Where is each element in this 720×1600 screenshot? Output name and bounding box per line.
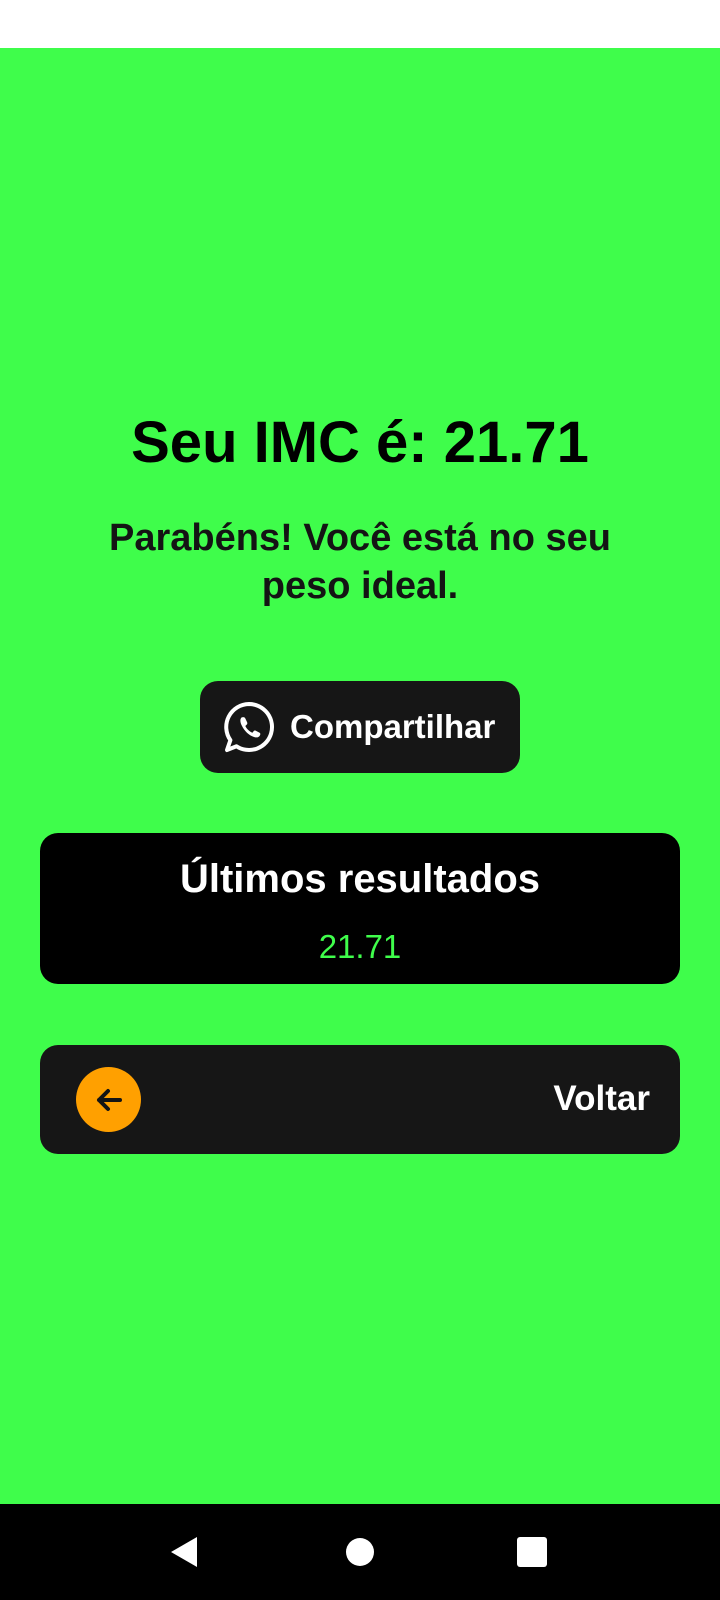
last-result-value: 21.71 bbox=[318, 928, 402, 965]
triangle-back-icon bbox=[171, 1537, 197, 1567]
result-screen: Seu IMC é: 21.71 Parabéns! Você está no … bbox=[0, 48, 720, 1504]
back-button-circle bbox=[76, 1067, 141, 1132]
nav-back-button[interactable] bbox=[167, 1534, 203, 1570]
last-results-card: Últimos resultados 21.71 bbox=[40, 833, 680, 984]
whatsapp-icon bbox=[224, 702, 274, 752]
status-bar bbox=[0, 0, 720, 48]
nav-recents-button[interactable] bbox=[514, 1534, 550, 1570]
share-button-label: Compartilhar bbox=[290, 708, 496, 745]
back-button[interactable]: Voltar bbox=[40, 1045, 680, 1154]
last-results-heading: Últimos resultados bbox=[179, 857, 541, 901]
circle-home-icon bbox=[346, 1538, 374, 1566]
system-navigation-bar bbox=[0, 1504, 720, 1600]
bmi-result-title: Seu IMC é: 21.71 bbox=[131, 410, 589, 475]
share-button[interactable]: Compartilhar bbox=[200, 681, 520, 773]
square-recents-icon bbox=[517, 1537, 547, 1567]
back-button-label: Voltar bbox=[553, 1079, 650, 1118]
bmi-result-message: Parabéns! Você está no seu peso ideal. bbox=[109, 517, 611, 607]
arrow-left-icon bbox=[96, 1088, 122, 1111]
nav-home-button[interactable] bbox=[342, 1534, 378, 1570]
